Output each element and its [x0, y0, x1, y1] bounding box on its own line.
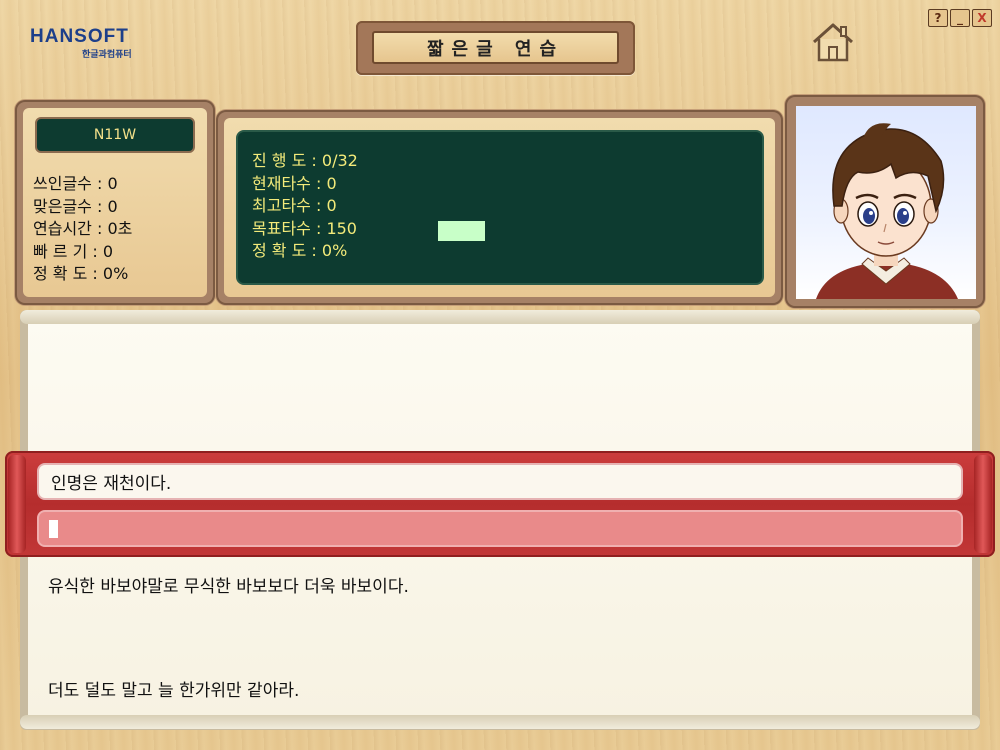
- logo-main-text: HANSOFT: [30, 26, 129, 47]
- typing-input[interactable]: [37, 510, 963, 547]
- scroll-rod-bottom: [20, 715, 980, 729]
- practice-time-stat: 연습시간 : 0초: [33, 219, 133, 238]
- target-speed-stat: 목표타수 : 150: [252, 218, 357, 238]
- hansoft-logo: HANSOFT 한글과컴퓨터: [30, 22, 180, 62]
- title-plaque: 짧은글 연습: [356, 21, 635, 75]
- scroll-rod-top: [20, 310, 980, 324]
- best-speed-stat: 최고타수 : 0: [252, 196, 337, 215]
- current-speed-stat: 현재타수 : 0: [252, 173, 337, 193]
- close-button[interactable]: X: [972, 9, 992, 27]
- current-sentence: 인명은 재천이다.: [37, 463, 963, 500]
- band-end-right: [974, 455, 992, 553]
- user-name-badge: N11W: [35, 117, 195, 153]
- help-button[interactable]: ?: [928, 9, 948, 27]
- chars-typed-stat: 쓰인글수 : 0: [33, 174, 118, 193]
- minimize-button[interactable]: _: [950, 9, 970, 27]
- progress-stat: 진 행 도 : 0/32: [252, 151, 358, 170]
- next-sentence-1: 유식한 바보야말로 무식한 바보보다 더욱 바보이다.: [48, 577, 409, 597]
- target-speed-marker: [438, 221, 485, 241]
- speed-stat: 빠 르 기 : 0: [33, 241, 114, 261]
- left-stats-list: 쓰인글수 : 0 맞은글수 : 0 연습시간 : 0초 빠 르 기 : 0 정 …: [33, 173, 132, 286]
- next-sentence-2: 더도 덜도 말고 늘 한가위만 같아라.: [48, 681, 300, 701]
- band-end-left: [8, 455, 26, 553]
- window-controls: ? _ X: [928, 9, 992, 27]
- logo-sub-text: 한글과컴퓨터: [82, 50, 132, 60]
- character-portrait: [796, 106, 976, 299]
- accuracy-stat: 정 확 도 : 0%: [33, 264, 129, 283]
- text-cursor: [49, 520, 58, 538]
- page-title: 짧은글 연습: [372, 31, 619, 64]
- home-icon[interactable]: [810, 20, 856, 64]
- board-accuracy-stat: 정 확 도 : 0%: [252, 241, 348, 260]
- chars-correct-stat: 맞은글수 : 0: [33, 196, 118, 216]
- board-stats-list: 진 행 도 : 0/32 현재타수 : 0 최고타수 : 0 목표타수 : 15…: [252, 150, 358, 263]
